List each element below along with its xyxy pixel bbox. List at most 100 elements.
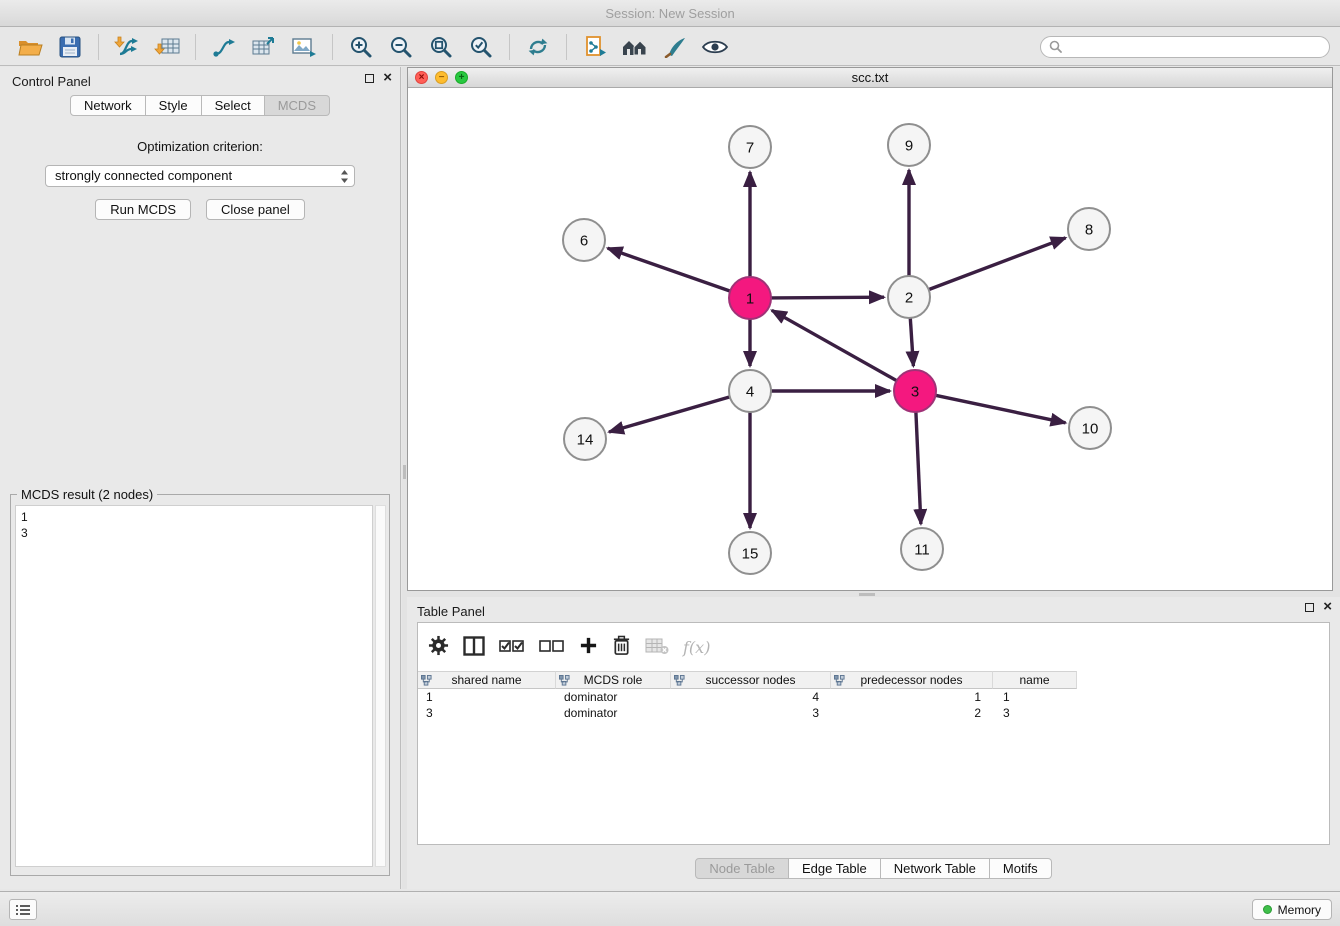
delete-table-icon[interactable] bbox=[645, 637, 669, 658]
cell-predecessor-nodes[interactable]: 1 bbox=[831, 689, 993, 705]
graph-node[interactable]: 11 bbox=[901, 528, 943, 570]
graph-node-label: 15 bbox=[742, 545, 759, 562]
table-row[interactable]: 1 dominator 4 1 1 bbox=[418, 689, 1329, 705]
graph-edge[interactable] bbox=[771, 297, 884, 298]
table-panel: Table Panel × bbox=[407, 597, 1340, 889]
select-stepper-icon bbox=[340, 169, 349, 190]
cell-successor-nodes[interactable]: 3 bbox=[671, 705, 831, 721]
import-table-icon[interactable] bbox=[151, 31, 183, 63]
cell-mcds-role[interactable]: dominator bbox=[556, 705, 671, 721]
cell-name[interactable]: 1 bbox=[993, 689, 1077, 705]
graph-node[interactable]: 8 bbox=[1068, 208, 1110, 250]
control-panel-title: Control Panel bbox=[12, 74, 91, 89]
zoom-selected-icon[interactable] bbox=[465, 31, 497, 63]
tab-edge-table[interactable]: Edge Table bbox=[789, 858, 881, 879]
mcds-result-list[interactable]: 1 3 bbox=[15, 505, 373, 867]
graph-edge[interactable] bbox=[936, 395, 1066, 423]
tab-style[interactable]: Style bbox=[146, 95, 202, 116]
minimize-window-icon[interactable]: − bbox=[435, 71, 448, 84]
graph-node[interactable]: 9 bbox=[888, 124, 930, 166]
style-paint-icon[interactable] bbox=[659, 31, 691, 63]
zoom-out-icon[interactable] bbox=[385, 31, 417, 63]
node-table-area: f(x) shared name MCDS role successor nod… bbox=[417, 622, 1330, 845]
network-window-title: scc.txt bbox=[852, 70, 889, 85]
import-network-icon[interactable] bbox=[111, 31, 143, 63]
graph-node[interactable]: 2 bbox=[888, 276, 930, 318]
graph-edge[interactable] bbox=[916, 412, 921, 524]
table-row[interactable]: 3 dominator 3 2 3 bbox=[418, 705, 1329, 721]
graph-node[interactable]: 6 bbox=[563, 219, 605, 261]
cell-shared-name[interactable]: 3 bbox=[418, 705, 556, 721]
gear-icon[interactable] bbox=[428, 635, 449, 659]
table-header-row: shared name MCDS role successor nodes pr… bbox=[418, 671, 1329, 689]
tab-node-table[interactable]: Node Table bbox=[695, 858, 789, 879]
graph-node[interactable]: 4 bbox=[729, 370, 771, 412]
clone-network-icon[interactable] bbox=[579, 31, 611, 63]
graph-node[interactable]: 1 bbox=[729, 277, 771, 319]
close-panel-button[interactable]: Close panel bbox=[206, 199, 305, 220]
attribute-icon bbox=[559, 675, 570, 689]
mcds-result-groupbox: MCDS result (2 nodes) 1 3 bbox=[10, 494, 390, 876]
close-table-panel-icon[interactable]: × bbox=[1323, 601, 1332, 613]
graph-node-label: 7 bbox=[746, 139, 754, 156]
graph-node[interactable]: 7 bbox=[729, 126, 771, 168]
result-scrollbar[interactable] bbox=[375, 505, 386, 867]
column-header-predecessor-nodes[interactable]: predecessor nodes bbox=[831, 671, 993, 689]
tab-motifs[interactable]: Motifs bbox=[990, 858, 1052, 879]
search-input[interactable] bbox=[1067, 40, 1321, 54]
zoom-in-icon[interactable] bbox=[345, 31, 377, 63]
float-table-panel-icon[interactable] bbox=[1305, 603, 1314, 612]
float-panel-icon[interactable] bbox=[365, 74, 374, 83]
save-session-icon[interactable] bbox=[54, 31, 86, 63]
export-table-icon[interactable] bbox=[248, 31, 280, 63]
column-header-mcds-role[interactable]: MCDS role bbox=[556, 671, 671, 689]
tab-select[interactable]: Select bbox=[202, 95, 265, 116]
function-builder-icon[interactable]: f(x) bbox=[683, 638, 710, 657]
tab-network-table[interactable]: Network Table bbox=[881, 858, 990, 879]
add-row-icon[interactable] bbox=[579, 636, 598, 658]
tab-mcds[interactable]: MCDS bbox=[265, 95, 330, 116]
toolbar-separator bbox=[98, 34, 99, 60]
graph-edge[interactable] bbox=[608, 248, 731, 291]
network-canvas[interactable]: 7 9 6 8 1 2 4 3 14 10 15 11 bbox=[408, 89, 1332, 590]
memory-button[interactable]: Memory bbox=[1252, 899, 1332, 920]
task-history-icon[interactable] bbox=[9, 899, 37, 920]
close-window-icon[interactable]: × bbox=[415, 71, 428, 84]
cell-name[interactable]: 3 bbox=[993, 705, 1077, 721]
column-header-shared-name[interactable]: shared name bbox=[418, 671, 556, 689]
graph-node[interactable]: 14 bbox=[564, 418, 606, 460]
status-bar: Memory bbox=[0, 891, 1340, 926]
zoom-fit-icon[interactable] bbox=[425, 31, 457, 63]
attribute-icon bbox=[834, 675, 845, 689]
open-session-icon[interactable] bbox=[14, 31, 46, 63]
export-network-icon[interactable] bbox=[208, 31, 240, 63]
houses-icon[interactable] bbox=[619, 31, 651, 63]
maximize-window-icon[interactable]: + bbox=[455, 71, 468, 84]
select-all-icon[interactable] bbox=[499, 638, 525, 657]
graph-node[interactable]: 3 bbox=[894, 370, 936, 412]
run-mcds-button[interactable]: Run MCDS bbox=[95, 199, 191, 220]
graph-node[interactable]: 10 bbox=[1069, 407, 1111, 449]
cell-shared-name[interactable]: 1 bbox=[418, 689, 556, 705]
deselect-all-icon[interactable] bbox=[539, 638, 565, 657]
graph-edge[interactable] bbox=[609, 397, 730, 432]
refresh-icon[interactable] bbox=[522, 31, 554, 63]
column-header-name[interactable]: name bbox=[993, 671, 1077, 689]
cell-mcds-role[interactable]: dominator bbox=[556, 689, 671, 705]
export-image-icon[interactable] bbox=[288, 31, 320, 63]
criterion-select[interactable]: strongly connected component bbox=[45, 165, 355, 187]
trash-icon[interactable] bbox=[612, 635, 631, 659]
eye-icon[interactable] bbox=[699, 31, 731, 63]
graph-node-label: 8 bbox=[1085, 221, 1093, 238]
graph-node[interactable]: 15 bbox=[729, 532, 771, 574]
tab-network[interactable]: Network bbox=[70, 95, 146, 116]
graph-edge[interactable] bbox=[929, 238, 1066, 290]
cell-successor-nodes[interactable]: 4 bbox=[671, 689, 831, 705]
column-layout-icon[interactable] bbox=[463, 636, 485, 659]
close-panel-icon[interactable]: × bbox=[383, 72, 392, 84]
graph-edge[interactable] bbox=[910, 318, 913, 366]
column-header-successor-nodes[interactable]: successor nodes bbox=[671, 671, 831, 689]
graph-edge[interactable] bbox=[772, 310, 897, 380]
cell-predecessor-nodes[interactable]: 2 bbox=[831, 705, 993, 721]
search-field[interactable] bbox=[1040, 36, 1330, 58]
